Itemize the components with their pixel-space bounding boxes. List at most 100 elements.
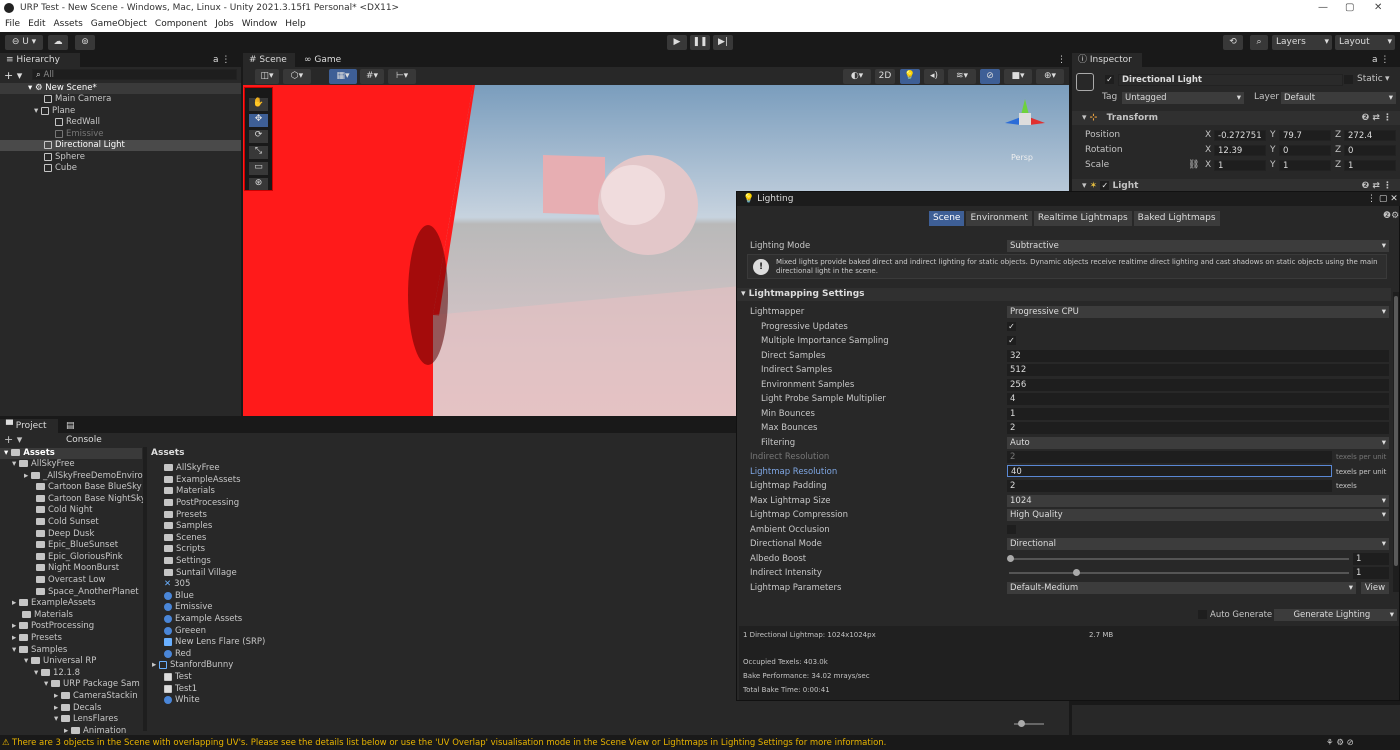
asset-item[interactable]: Example Assets	[164, 614, 242, 625]
progressive-updates-checkbox[interactable]: ✓	[1007, 322, 1016, 331]
move-tool-icon[interactable]: ✥	[249, 114, 268, 127]
asset-item[interactable]: ▸ StanfordBunny	[152, 660, 233, 671]
mis-checkbox[interactable]: ✓	[1007, 336, 1016, 345]
transform-tool-icon[interactable]: ⊛	[249, 178, 268, 190]
rotation-z-field[interactable]: 0	[1344, 145, 1396, 156]
scale-z-field[interactable]: 1	[1344, 160, 1396, 171]
tab-lighting-scene[interactable]: Scene	[929, 211, 965, 226]
hierarchy-search-input[interactable]: ⌕ All	[32, 69, 237, 80]
project-tree-item[interactable]: ▸ CameraStackin	[54, 691, 138, 702]
asset-item[interactable]: Suntail Village	[164, 568, 237, 579]
tab-console[interactable]: ▤ Console	[60, 419, 116, 445]
grid-icon[interactable]: #▾	[360, 69, 384, 84]
position-z-field[interactable]: 272.4	[1344, 130, 1396, 141]
project-tree-item[interactable]: ▸ _AllSkyFreeDemoEnviro	[24, 471, 143, 482]
project-tree-item[interactable]: ▾ Universal RP	[24, 656, 96, 667]
position-y-field[interactable]: 79.7	[1279, 130, 1331, 141]
static-dropdown-icon[interactable]: ▾	[1385, 74, 1390, 84]
project-tree-item[interactable]: Epic_GloriousPink	[36, 552, 123, 563]
project-tree-item[interactable]: ▾ Samples	[12, 645, 67, 656]
tab-hierarchy[interactable]: ≡ Hierarchy	[0, 53, 80, 67]
rect-tool-icon[interactable]: ▭	[249, 162, 268, 175]
grid-snap-icon[interactable]: ▦▾	[329, 69, 357, 84]
camera-icon[interactable]: ■▾	[1004, 69, 1032, 84]
max-lightmap-size-dropdown[interactable]: 1024 ▾	[1007, 495, 1389, 507]
project-tree-item[interactable]: ▾ 12.1.8	[34, 668, 80, 679]
scene-menu-icon[interactable]: ⋮	[1057, 53, 1066, 67]
scale-tool-icon[interactable]: ⤡	[249, 146, 268, 159]
generate-lighting-button[interactable]: Generate Lighting ▾	[1274, 609, 1397, 621]
project-tree-item[interactable]: ▾ LensFlares	[54, 714, 118, 725]
tag-dropdown[interactable]: Untagged ▾	[1122, 92, 1244, 104]
scene-gizmo[interactable]: Persp	[995, 89, 1055, 162]
project-tree-item[interactable]: ▸ Decals	[54, 703, 101, 714]
min-bounces-field[interactable]: 1	[1007, 408, 1389, 420]
step-button[interactable]: ▶|	[713, 35, 733, 50]
tab-baked-lightmaps[interactable]: Baked Lightmaps	[1133, 211, 1220, 226]
filtering-dropdown[interactable]: Auto ▾	[1007, 437, 1389, 449]
asset-item[interactable]: Scripts	[164, 544, 205, 555]
indirect-resolution-field[interactable]: 2	[1007, 451, 1332, 463]
project-tree-item[interactable]: ▾ AllSkyFree	[12, 459, 75, 470]
hierarchy-item-main-camera[interactable]: Main Camera	[44, 94, 111, 105]
project-tree-item[interactable]: ▸ Presets	[12, 633, 62, 644]
menu-jobs[interactable]: Jobs	[215, 16, 234, 32]
render-mode-icon[interactable]: ◐▾	[843, 69, 871, 84]
asset-item[interactable]: New Lens Flare (SRP)	[164, 637, 265, 648]
asset-item[interactable]: Materials	[164, 486, 215, 497]
zoom-slider-handle[interactable]	[1018, 720, 1025, 727]
asset-item[interactable]: Greeen	[164, 626, 206, 637]
hierarchy-item-emissive[interactable]: Emissive	[55, 129, 104, 140]
gameobject-name-field[interactable]: Directional Light	[1118, 74, 1343, 86]
project-tree-item[interactable]: ▸ Animation	[64, 726, 126, 735]
ambient-occlusion-checkbox[interactable]	[1007, 525, 1016, 534]
asset-item[interactable]: Red	[164, 649, 191, 660]
draw-mode-icon[interactable]: ◫▾	[255, 69, 279, 84]
asset-item[interactable]: White	[164, 695, 200, 706]
pivot-icon[interactable]: ⬡▾	[283, 69, 311, 84]
asset-item[interactable]: Emissive	[164, 602, 213, 613]
lighting-window-controls[interactable]: ⋮ ▢ ✕	[1367, 192, 1398, 206]
cloud-icon[interactable]: ☁	[48, 35, 68, 50]
account-button[interactable]: ⊖ U ▾	[5, 35, 43, 50]
tab-inspector[interactable]: ⓘ Inspector	[1072, 53, 1142, 67]
rotation-x-field[interactable]: 12.39	[1214, 145, 1266, 156]
status-bar[interactable]: ⚠ There are 3 objects in the Scene with …	[0, 737, 1400, 750]
minimize-icon[interactable]: —	[1318, 0, 1328, 16]
scale-x-field[interactable]: 1	[1214, 160, 1266, 171]
project-tree-item[interactable]: Cold Sunset	[36, 517, 99, 528]
lighting-mode-dropdown[interactable]: Subtractive ▾	[1007, 240, 1389, 252]
lighting-help-icon[interactable]: ❷⚙	[1383, 211, 1399, 221]
menu-assets[interactable]: Assets	[54, 16, 83, 32]
project-tree-item[interactable]: Cartoon Base NightSky	[36, 494, 146, 505]
environment-samples-field[interactable]: 256	[1007, 379, 1389, 391]
tab-game[interactable]: ∞ Game	[298, 53, 348, 67]
auto-generate-checkbox[interactable]	[1198, 610, 1207, 619]
increment-snap-icon[interactable]: ⊢▾	[388, 69, 416, 84]
directional-mode-dropdown[interactable]: Directional ▾	[1007, 538, 1389, 550]
lightmap-parameters-dropdown[interactable]: Default-Medium ▾	[1007, 582, 1356, 594]
menu-component[interactable]: Component	[155, 16, 207, 32]
indirect-samples-field[interactable]: 512	[1007, 364, 1389, 376]
indirect-intensity-handle[interactable]	[1073, 569, 1080, 576]
lightmapping-section-header[interactable]: ▾ Lightmapping Settings	[737, 288, 1391, 301]
assets-breadcrumb[interactable]: Assets	[151, 448, 184, 458]
menu-gameobject[interactable]: GameObject	[91, 16, 147, 32]
project-tree-item[interactable]: ▸ PostProcessing	[12, 621, 94, 632]
hierarchy-item-cube[interactable]: Cube	[44, 163, 77, 174]
project-tree-item[interactable]: Cartoon Base BlueSky	[36, 482, 142, 493]
project-tree-item[interactable]: ▾ URP Package Sam	[44, 679, 140, 690]
gizmos-icon[interactable]: ⊕▾	[1036, 69, 1064, 84]
asset-item[interactable]: Scenes	[164, 533, 206, 544]
asset-item[interactable]: Test	[164, 672, 192, 683]
project-tree-item[interactable]: ▸ ExampleAssets	[12, 598, 96, 609]
search-icon[interactable]: ⌕	[1250, 35, 1268, 50]
collab-icon[interactable]: ⊚	[75, 35, 95, 50]
static-checkbox[interactable]	[1344, 75, 1353, 84]
asset-item[interactable]: AllSkyFree	[164, 463, 220, 474]
asset-item[interactable]: Samples	[164, 521, 212, 532]
effects-icon[interactable]: ≋▾	[948, 69, 976, 84]
audio-toggle-icon[interactable]: ◂)	[924, 69, 944, 84]
max-bounces-field[interactable]: 2	[1007, 422, 1389, 434]
transform-header[interactable]: ▾ ⊹ Transform ❷ ⇄ ⋮	[1072, 111, 1400, 125]
